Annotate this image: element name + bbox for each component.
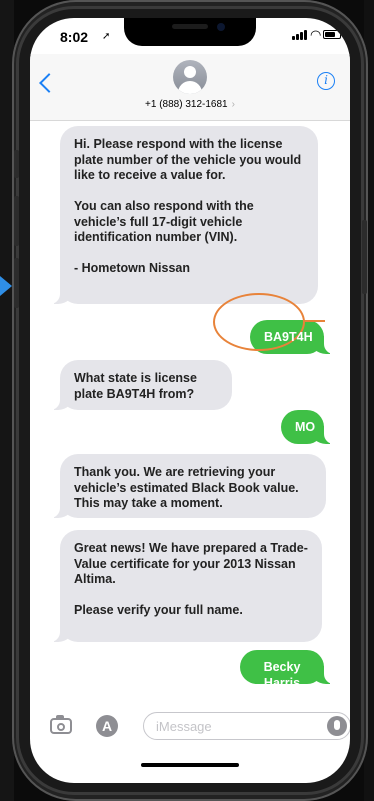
camera-icon[interactable] (50, 715, 72, 734)
phone-screen: 8:02 ➚ ◠ +1 (888) 312-1681 › i Hi. Please… (30, 18, 350, 783)
message-text: What state is license plate BA9T4H from? (74, 371, 197, 401)
volume-up-button (14, 196, 19, 246)
front-camera (217, 23, 225, 31)
message-text: BA9T4H (264, 330, 313, 344)
contact-name[interactable]: +1 (888) 312-1681 › (30, 99, 350, 110)
message-outgoing: Becky Harris (240, 650, 334, 690)
message-incoming: Hi. Please respond with the license plat… (50, 126, 318, 304)
status-time: 8:02 (60, 29, 89, 45)
battery-icon (323, 30, 341, 39)
message-text: Hi. Please respond with the license plat… (74, 137, 302, 275)
volume-down-button (14, 258, 19, 308)
info-icon[interactable]: i (317, 72, 335, 90)
signal-bars-icon (292, 30, 307, 40)
message-text: MO (295, 420, 316, 434)
conversation-header: +1 (888) 312-1681 › i (30, 54, 350, 121)
microphone-icon[interactable] (327, 716, 347, 736)
battery-tip (342, 33, 344, 37)
home-indicator[interactable] (141, 763, 239, 767)
contact-avatar[interactable] (173, 60, 207, 94)
message-incoming: Thank you. We are retrieving your vehicl… (50, 454, 326, 518)
notch (124, 18, 256, 46)
earpiece (172, 24, 208, 29)
highlight-pointer-line (305, 320, 325, 322)
message-text: Thank you. We are retrieving your vehicl… (74, 465, 299, 510)
chevron-left-icon[interactable] (39, 73, 59, 93)
callout-arrow (0, 276, 12, 296)
location-arrow-icon: ➚ (102, 31, 111, 42)
message-incoming: Great news! We have prepared a Trade-Val… (50, 530, 322, 642)
chevron-right-icon: › (231, 99, 235, 110)
message-text: Great news! We have prepared a Trade-Val… (74, 541, 308, 617)
app-store-icon[interactable]: A (96, 715, 118, 737)
camera-bump (56, 715, 64, 719)
message-incoming: What state is license plate BA9T4H from? (50, 360, 232, 410)
wifi-icon: ◠ (310, 27, 322, 42)
avatar-body (178, 81, 202, 94)
message-outgoing: MO (281, 410, 334, 444)
mute-switch (14, 150, 19, 178)
person-avatar-icon (184, 66, 196, 78)
camera-lens (57, 723, 65, 731)
battery-level (325, 32, 335, 37)
message-input-placeholder: iMessage (156, 719, 212, 734)
message-text: Becky Harris (263, 660, 301, 690)
power-button (362, 220, 367, 294)
contact-number: +1 (888) 312-1681 (145, 99, 228, 110)
message-input[interactable]: iMessage (143, 712, 350, 740)
mic-body (334, 720, 340, 730)
